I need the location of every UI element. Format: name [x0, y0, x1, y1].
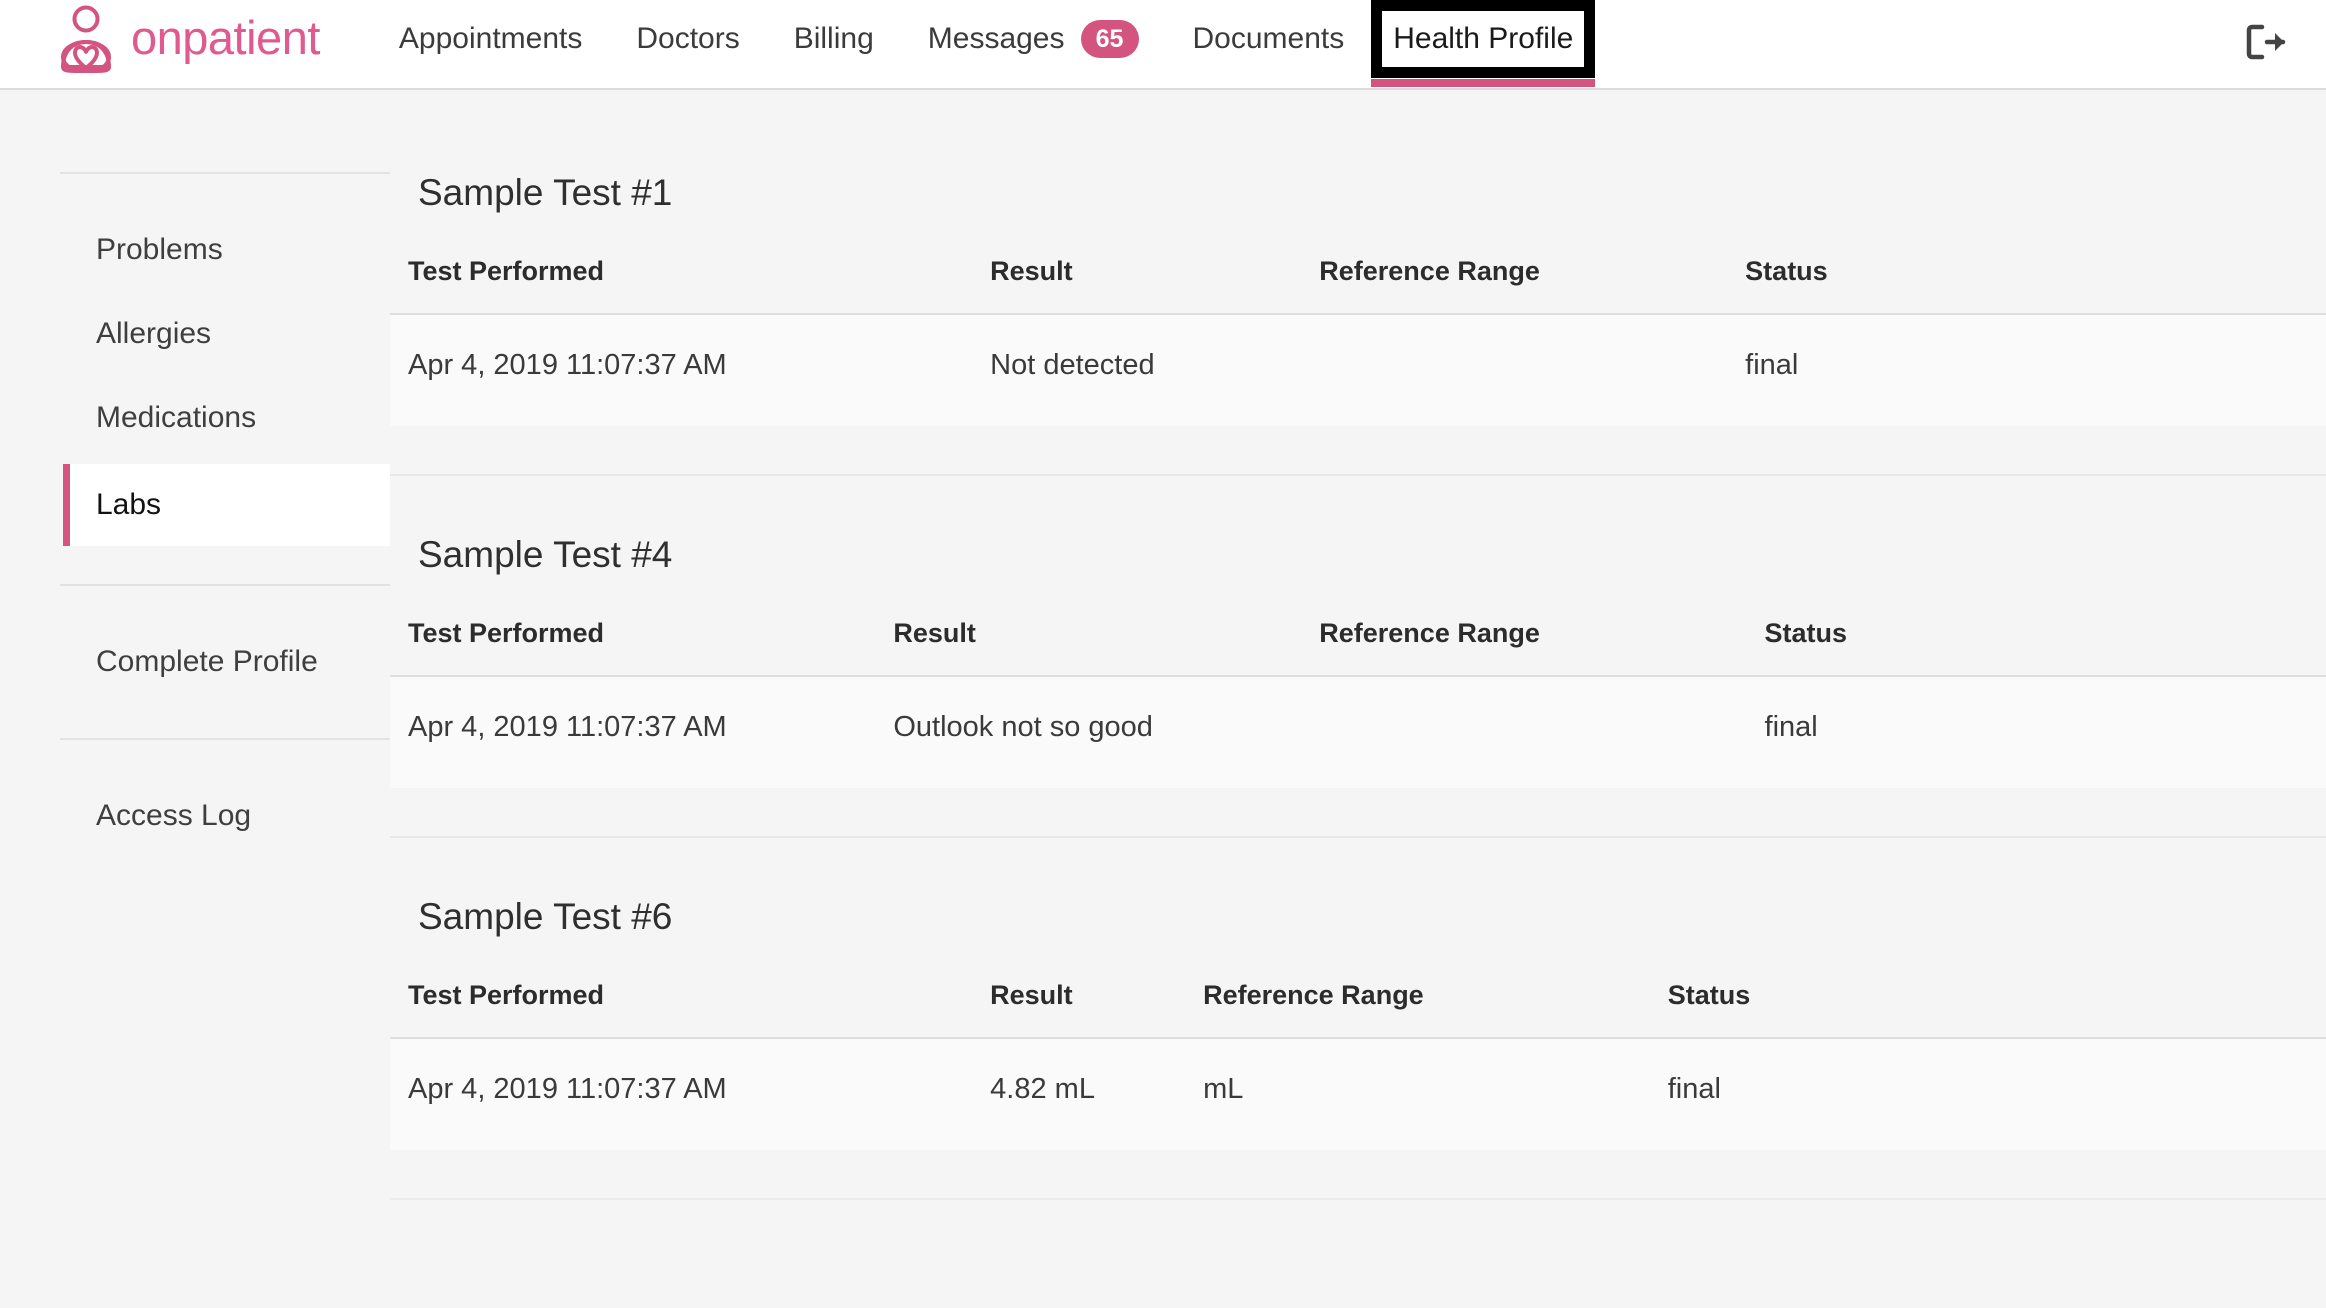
- nav-item-doctors[interactable]: Doctors: [609, 0, 766, 78]
- nav-item-label: Health Profile: [1393, 22, 1573, 56]
- sidebar-item-label: Labs: [96, 488, 161, 522]
- sidebar-item-label: Complete Profile: [96, 645, 318, 679]
- sidebar-item-complete-profile[interactable]: Complete Profile: [60, 624, 390, 700]
- column-header-result: Result: [893, 618, 1319, 676]
- lab-test-section: Sample Test #4 Test Performed Result Ref…: [390, 534, 2326, 838]
- column-header-result: Result: [990, 980, 1203, 1038]
- table-row: Apr 4, 2019 11:07:37 AM Outlook not so g…: [390, 676, 2326, 788]
- nav-item-label: Billing: [794, 22, 874, 56]
- sidebar-item-problems[interactable]: Problems: [60, 212, 390, 288]
- table-header-row: Test Performed Result Reference Range St…: [390, 980, 2326, 1038]
- column-header-reference-range: Reference Range: [1319, 256, 1745, 314]
- sidebar-group-profile: Complete Profile: [60, 584, 390, 738]
- cell-result: Not detected: [990, 314, 1319, 426]
- lab-test-title: Sample Test #1: [390, 172, 2326, 256]
- nav-item-health-profile[interactable]: Health Profile: [1371, 0, 1595, 78]
- lab-results-table: Test Performed Result Reference Range St…: [390, 618, 2326, 788]
- lab-test-section: Sample Test #6 Test Performed Result Ref…: [390, 896, 2326, 1200]
- sidebar-item-access-log[interactable]: Access Log: [60, 778, 390, 854]
- column-header-status: Status: [1668, 980, 2326, 1038]
- sidebar-group-health: Problems Allergies Medications Labs: [60, 172, 390, 584]
- column-header-status: Status: [1765, 618, 2326, 676]
- brand-logo[interactable]: onpatient: [55, 0, 320, 78]
- column-header-reference-range: Reference Range: [1319, 618, 1764, 676]
- table-header-row: Test Performed Result Reference Range St…: [390, 256, 2326, 314]
- nav-item-documents[interactable]: Documents: [1166, 0, 1372, 78]
- column-header-reference-range: Reference Range: [1203, 980, 1668, 1038]
- column-header-test-performed: Test Performed: [390, 618, 893, 676]
- cell-result: 4.82 mL: [990, 1038, 1203, 1150]
- labs-results-panel: Sample Test #1 Test Performed Result Ref…: [390, 172, 2326, 1258]
- nav-item-messages[interactable]: Messages 65: [901, 0, 1166, 78]
- cell-status: final: [1745, 314, 2326, 426]
- nav-item-label: Doctors: [636, 22, 739, 56]
- cell-reference-range: [1319, 676, 1764, 788]
- cell-test-performed: Apr 4, 2019 11:07:37 AM: [390, 314, 990, 426]
- nav-item-billing[interactable]: Billing: [767, 0, 901, 78]
- nav-item-label: Documents: [1193, 22, 1345, 56]
- cell-reference-range: mL: [1203, 1038, 1668, 1150]
- top-navigation-bar: onpatient Appointments Doctors Billing M…: [0, 0, 2326, 90]
- brand-name: onpatient: [131, 14, 320, 65]
- lab-test-title: Sample Test #6: [390, 896, 2326, 980]
- cell-status: final: [1668, 1038, 2326, 1150]
- sidebar-item-label: Problems: [96, 233, 223, 267]
- page-body: Problems Allergies Medications Labs Comp…: [0, 90, 2326, 1258]
- cell-test-performed: Apr 4, 2019 11:07:37 AM: [390, 1038, 990, 1150]
- sidebar-item-label: Medications: [96, 401, 256, 435]
- messages-unread-badge: 65: [1081, 20, 1139, 58]
- nav-item-label: Messages: [928, 22, 1065, 56]
- lab-results-table: Test Performed Result Reference Range St…: [390, 980, 2326, 1150]
- lab-test-title: Sample Test #4: [390, 534, 2326, 618]
- cell-test-performed: Apr 4, 2019 11:07:37 AM: [390, 676, 893, 788]
- sidebar-item-allergies[interactable]: Allergies: [60, 296, 390, 372]
- table-header-row: Test Performed Result Reference Range St…: [390, 618, 2326, 676]
- cell-status: final: [1765, 676, 2326, 788]
- table-row: Apr 4, 2019 11:07:37 AM Not detected fin…: [390, 314, 2326, 426]
- nav-links: Appointments Doctors Billing Messages 65…: [372, 0, 1595, 90]
- cell-result: Outlook not so good: [893, 676, 1319, 788]
- person-heart-icon: [55, 5, 117, 73]
- column-header-status: Status: [1745, 256, 2326, 314]
- column-header-test-performed: Test Performed: [390, 256, 990, 314]
- sidebar-item-labs[interactable]: Labs: [63, 464, 390, 546]
- sidebar-group-access: Access Log: [60, 738, 390, 892]
- nav-item-appointments[interactable]: Appointments: [372, 0, 609, 78]
- column-header-test-performed: Test Performed: [390, 980, 990, 1038]
- nav-item-label: Appointments: [399, 22, 582, 56]
- table-row: Apr 4, 2019 11:07:37 AM 4.82 mL mL final: [390, 1038, 2326, 1150]
- sidebar-item-medications[interactable]: Medications: [60, 380, 390, 456]
- logout-icon[interactable]: [2240, 20, 2292, 64]
- lab-results-table: Test Performed Result Reference Range St…: [390, 256, 2326, 426]
- cell-reference-range: [1319, 314, 1745, 426]
- sidebar-item-label: Allergies: [96, 317, 211, 351]
- sidebar-item-label: Access Log: [96, 799, 251, 833]
- column-header-result: Result: [990, 256, 1319, 314]
- health-profile-sidebar: Problems Allergies Medications Labs Comp…: [0, 172, 390, 892]
- lab-test-section: Sample Test #1 Test Performed Result Ref…: [390, 172, 2326, 476]
